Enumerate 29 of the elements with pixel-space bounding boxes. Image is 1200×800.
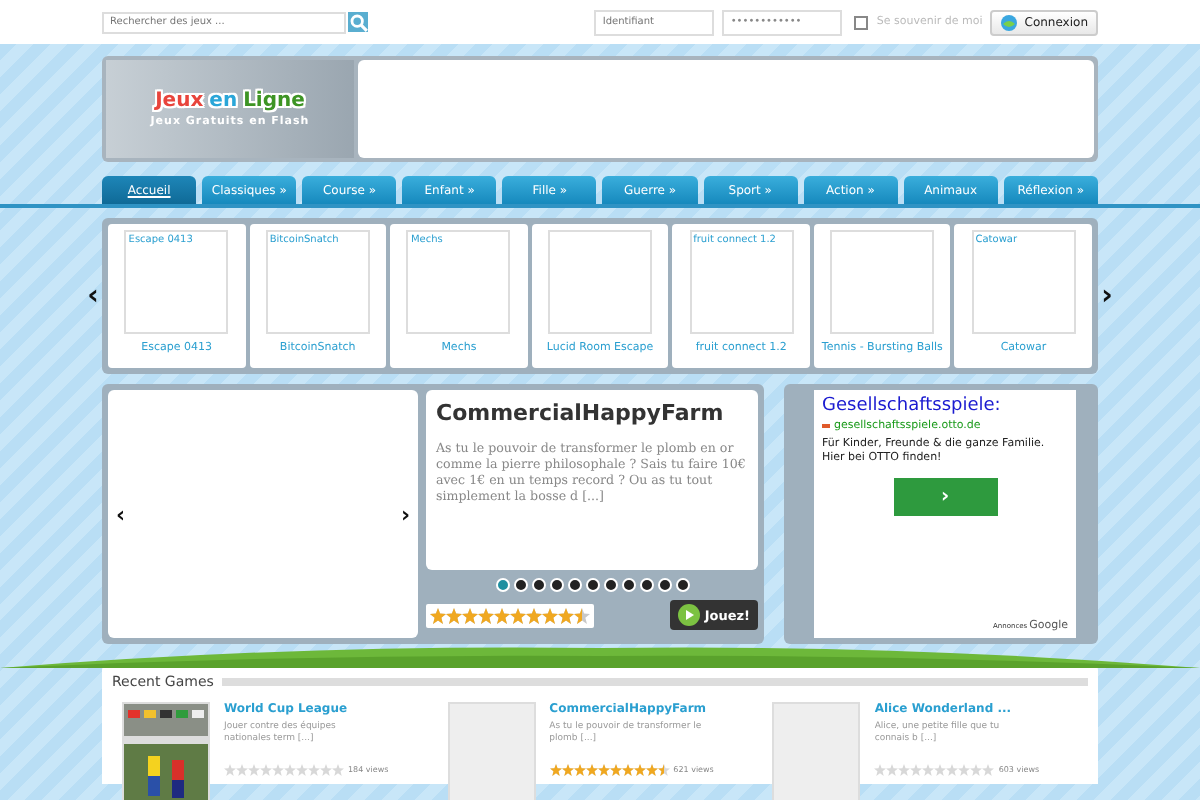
game-thumbnail[interactable] — [830, 230, 935, 334]
next-arrow[interactable]: › — [1100, 280, 1114, 312]
game-title: CommercialHappyFarm — [436, 400, 726, 426]
logo-word: en — [209, 90, 238, 112]
pager-dot[interactable] — [621, 578, 635, 592]
previous-arrow[interactable]: ‹ — [116, 501, 126, 527]
pager-dot[interactable] — [567, 578, 581, 592]
logo-word: Ligne — [243, 90, 305, 112]
pager-dot[interactable] — [513, 578, 527, 592]
game-thumbnail[interactable] — [548, 230, 653, 334]
search-icon — [349, 13, 367, 31]
globe-icon — [1000, 13, 1019, 31]
game-thumbnail[interactable] — [447, 702, 536, 800]
ad-headline[interactable]: Gesellschaftsspiele: — [822, 396, 1068, 416]
ad-button[interactable]: › — [893, 477, 997, 516]
logo-word: Jeux — [155, 90, 204, 112]
pager-dot[interactable] — [549, 578, 563, 592]
pager-dot[interactable] — [531, 578, 545, 592]
pager-dot[interactable] — [675, 578, 689, 592]
game-thumbnail[interactable] — [772, 702, 861, 800]
pager-dot[interactable] — [639, 578, 653, 592]
next-arrow[interactable]: › — [400, 501, 410, 527]
pager-dot[interactable] — [495, 578, 509, 592]
play-icon — [678, 604, 701, 626]
pager-dot[interactable] — [657, 578, 671, 592]
pager-dot[interactable] — [585, 578, 599, 592]
previous-arrow[interactable]: ‹ — [86, 280, 100, 312]
pager-dot[interactable] — [603, 578, 617, 592]
remember-checkbox[interactable] — [854, 15, 869, 29]
